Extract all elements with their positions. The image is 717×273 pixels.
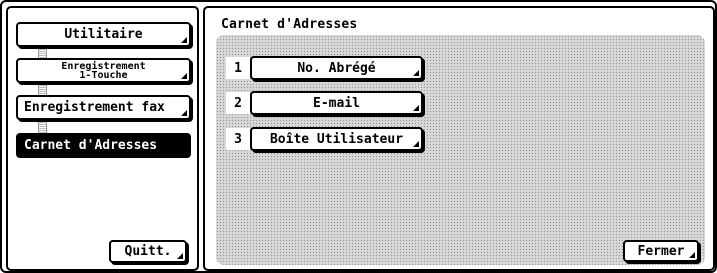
corner-arrow-icon — [413, 105, 419, 111]
option-label: E-mail — [313, 95, 360, 111]
option-label: No. Abrégé — [297, 60, 376, 76]
close-label: Fermer — [637, 243, 685, 259]
menu-connector — [38, 122, 47, 133]
sidebar-item-carnet-adresses[interactable]: Carnet d'Adresses — [16, 133, 191, 158]
corner-arrow-icon — [413, 70, 419, 76]
corner-arrow-icon — [181, 37, 187, 43]
menu-connector — [38, 49, 47, 58]
label-line-2: 1-Touche — [79, 69, 128, 81]
option-number: 1 — [226, 57, 250, 79]
option-number: 3 — [226, 128, 250, 150]
sidebar-item-label: Enregistrement fax — [24, 100, 165, 115]
corner-arrow-icon — [413, 141, 419, 147]
options-area: 1 No. Abrégé 2 E-mail 3 Boîte Utilisateu… — [216, 35, 705, 265]
option-email-button[interactable]: E-mail — [250, 91, 423, 115]
sidebar-item-label: Enregistrement 1-Touche — [61, 61, 145, 81]
sidebar-item-utilitaire[interactable]: Utilitaire — [16, 22, 191, 47]
sidebar: Utilitaire Enregistrement 1-Touche Enreg… — [6, 6, 199, 271]
corner-arrow-icon — [181, 73, 187, 79]
option-boite-utilisateur-button[interactable]: Boîte Utilisateur — [250, 127, 423, 151]
option-label: Boîte Utilisateur — [269, 131, 404, 147]
sidebar-item-enregistrement-1-touche[interactable]: Enregistrement 1-Touche — [16, 58, 191, 83]
sidebar-item-label: Utilitaire — [64, 27, 143, 42]
quit-button[interactable]: Quitt. — [109, 240, 187, 263]
sidebar-item-label: Carnet d'Adresses — [24, 138, 158, 153]
page-title: Carnet d'Adresses — [221, 17, 358, 32]
option-number: 2 — [226, 92, 250, 114]
corner-arrow-icon — [689, 252, 695, 258]
corner-arrow-icon — [181, 110, 187, 116]
sidebar-item-enregistrement-fax[interactable]: Enregistrement fax — [16, 95, 191, 120]
close-button[interactable]: Fermer — [623, 240, 699, 262]
quit-label: Quitt. — [124, 244, 172, 259]
corner-arrow-icon — [177, 253, 183, 259]
screen-frame: Utilitaire Enregistrement 1-Touche Enreg… — [0, 0, 717, 273]
main-panel: Carnet d'Adresses 1 No. Abrégé 2 E-mail … — [203, 6, 715, 271]
option-no-abrege-button[interactable]: No. Abrégé — [250, 56, 423, 80]
